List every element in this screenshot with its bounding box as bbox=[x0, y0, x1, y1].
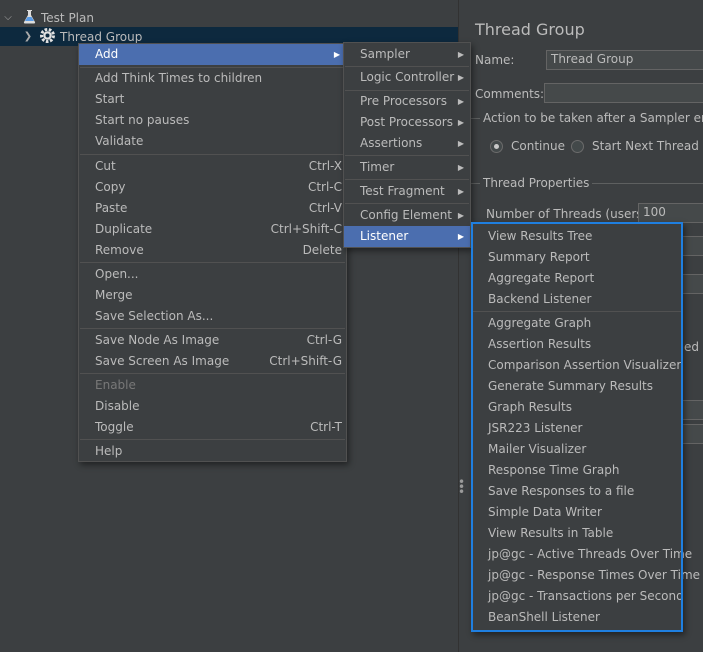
submenu-arrow-icon: ▶ bbox=[457, 232, 464, 241]
panel-title: Thread Group bbox=[475, 20, 585, 39]
continue-radio[interactable] bbox=[490, 140, 503, 153]
chevron-right-icon[interactable]: ❯ bbox=[22, 31, 34, 42]
menu-item-paste[interactable]: Paste Ctrl-V bbox=[79, 198, 346, 219]
comments-field[interactable] bbox=[544, 83, 703, 103]
thread-properties-label: Thread Properties bbox=[480, 176, 593, 190]
menu-item-help[interactable]: Help bbox=[79, 441, 346, 462]
menu-separator bbox=[80, 154, 345, 155]
submenu-arrow-icon: ▶ bbox=[457, 118, 464, 127]
menu-item-start-no-pauses[interactable]: Start no pauses bbox=[79, 110, 346, 131]
menu-separator bbox=[80, 328, 345, 329]
num-threads-field[interactable]: 100 bbox=[638, 203, 703, 223]
submenu-arrow-icon: ▶ bbox=[457, 97, 464, 106]
partial-label: ed bbox=[684, 340, 699, 354]
menu-item-start[interactable]: Start bbox=[79, 89, 346, 110]
chevron-down-icon[interactable]: ⌵ bbox=[2, 12, 14, 23]
tree-node-label: Thread Group bbox=[60, 29, 143, 44]
tree-node-test-plan[interactable]: ⌵ Test Plan bbox=[0, 8, 94, 27]
menu-item-validate[interactable]: Validate bbox=[79, 131, 346, 152]
comments-label: Comments: bbox=[475, 87, 545, 101]
submenu-arrow-icon: ▶ bbox=[457, 211, 464, 220]
submenu-arrow-icon: ▶ bbox=[457, 163, 464, 172]
highlight-outline bbox=[471, 222, 683, 632]
submenu-arrow-icon: ▶ bbox=[457, 139, 464, 148]
menu-item-config-element[interactable]: Config Element ▶ bbox=[344, 205, 470, 226]
menu-item-add[interactable]: Add ▶ bbox=[79, 44, 346, 65]
continue-label: Continue bbox=[511, 139, 565, 153]
menu-separator bbox=[80, 439, 345, 440]
menu-item-copy[interactable]: Copy Ctrl-C bbox=[79, 177, 346, 198]
ramp-up-field[interactable] bbox=[680, 236, 703, 256]
gear-icon bbox=[39, 27, 57, 47]
menu-separator bbox=[80, 262, 345, 263]
menu-separator bbox=[345, 155, 469, 156]
menu-separator bbox=[345, 179, 469, 180]
submenu-arrow-icon: ▶ bbox=[333, 50, 340, 59]
menu-item-save-screen-image[interactable]: Save Screen As Image Ctrl+Shift-G bbox=[79, 351, 346, 372]
menu-item-merge[interactable]: Merge bbox=[79, 285, 346, 306]
submenu-arrow-icon: ▶ bbox=[457, 73, 464, 82]
start-next-thread-label: Start Next Thread Lo bbox=[592, 139, 703, 153]
loop-count-field[interactable] bbox=[680, 274, 703, 294]
submenu-arrow-icon: ▶ bbox=[457, 187, 464, 196]
menu-separator bbox=[80, 373, 345, 374]
add-submenu: Sampler ▶ Logic Controller ▶ Pre Processor… bbox=[343, 42, 471, 248]
tree-node-label: Test Plan bbox=[41, 10, 94, 25]
menu-item-open[interactable]: Open... bbox=[79, 264, 346, 285]
menu-item-listener[interactable]: Listener ▶ bbox=[344, 226, 470, 247]
menu-item-add-think-times[interactable]: Add Think Times to children bbox=[79, 68, 346, 89]
name-field[interactable]: Thread Group bbox=[546, 50, 703, 70]
num-threads-label: Number of Threads (users): bbox=[486, 207, 652, 221]
menu-item-cut[interactable]: Cut Ctrl-X bbox=[79, 156, 346, 177]
sampler-error-group-label: Action to be taken after a Sampler error bbox=[480, 111, 703, 125]
context-menu: Add ▶ Add Think Times to children Start S… bbox=[78, 43, 347, 462]
start-next-thread-radio[interactable] bbox=[571, 140, 584, 153]
menu-item-pre-processors[interactable]: Pre Processors ▶ bbox=[344, 91, 470, 112]
menu-item-toggle[interactable]: Toggle Ctrl-T bbox=[79, 417, 346, 438]
menu-item-save-selection[interactable]: Save Selection As... bbox=[79, 306, 346, 327]
menu-item-duplicate[interactable]: Duplicate Ctrl+Shift-C bbox=[79, 219, 346, 240]
menu-item-enable: Enable bbox=[95, 378, 136, 392]
menu-item-timer[interactable]: Timer ▶ bbox=[344, 157, 470, 178]
flask-icon bbox=[23, 9, 37, 27]
menu-item-test-fragment[interactable]: Test Fragment ▶ bbox=[344, 181, 470, 202]
menu-separator bbox=[345, 203, 469, 204]
menu-item-disable[interactable]: Disable bbox=[79, 396, 346, 417]
splitter-grip-icon[interactable]: • • • bbox=[458, 476, 465, 498]
menu-item-post-processors[interactable]: Post Processors ▶ bbox=[344, 112, 470, 133]
submenu-arrow-icon: ▶ bbox=[457, 50, 464, 59]
duration-field[interactable] bbox=[680, 400, 703, 420]
menu-item-assertions[interactable]: Assertions ▶ bbox=[344, 133, 470, 154]
startup-delay-field[interactable] bbox=[680, 424, 703, 444]
menu-item-sampler[interactable]: Sampler ▶ bbox=[344, 44, 470, 65]
menu-item-logic-controller[interactable]: Logic Controller ▶ bbox=[344, 67, 470, 88]
name-label: Name: bbox=[475, 53, 515, 67]
menu-item-save-node-image[interactable]: Save Node As Image Ctrl-G bbox=[79, 330, 346, 351]
menu-item-remove[interactable]: Remove Delete bbox=[79, 240, 346, 261]
